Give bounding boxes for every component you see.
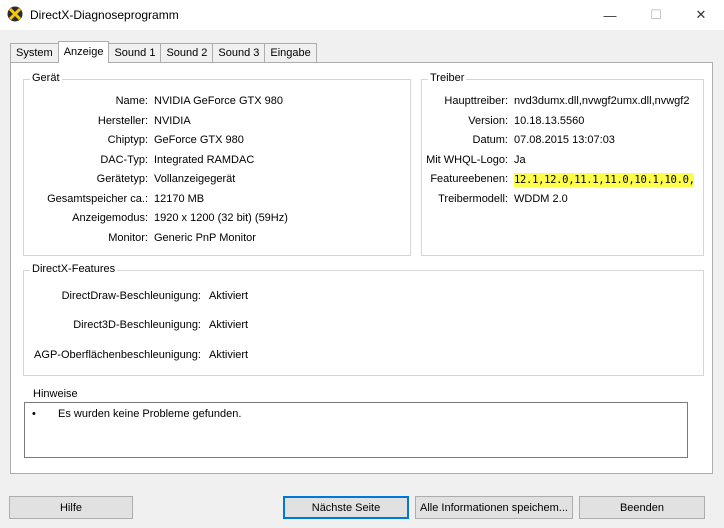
device-label: Gerätetyp: (96, 173, 148, 185)
device-row-memory: Gesamtspeicher ca.: 12170 MB (24, 193, 204, 205)
next-page-button[interactable]: Nächste Seite (283, 496, 409, 519)
driver-group: Treiber Haupttreiber: nvd3dumx.dll,nvwgf… (421, 72, 704, 256)
driver-value: 10.18.13.5560 (514, 115, 585, 127)
device-row-monitor: Monitor: Generic PnP Monitor (24, 232, 256, 244)
device-value: NVIDIA (154, 115, 191, 127)
tab-sound-2[interactable]: Sound 2 (160, 43, 214, 63)
device-label: Hersteller: (97, 115, 148, 127)
save-all-info-button[interactable]: Alle Informationen speichem... (415, 496, 573, 519)
device-value: Generic PnP Monitor (154, 232, 256, 244)
device-label: Chiptyp: (107, 134, 148, 146)
device-label: Gesamtspeicher ca.: (47, 193, 148, 205)
driver-label: Mit WHQL-Logo: (426, 154, 508, 166)
feature-label: DirectDraw-Beschleunigung: (61, 290, 201, 302)
driver-row-whql: Mit WHQL-Logo: Ja (422, 154, 526, 166)
driver-row-model: Treibermodell: WDDM 2.0 (422, 193, 568, 205)
feature-value: Aktiviert (209, 349, 249, 361)
driver-label: Datum: (472, 134, 508, 146)
feature-label: Direct3D-Beschleunigung: (73, 319, 201, 331)
directx-features-title: DirectX-Features (30, 263, 118, 275)
device-label: Monitor: (108, 232, 148, 244)
driver-value: 07.08.2015 13:07:03 (514, 134, 615, 146)
device-label: Anzeigemodus: (72, 212, 148, 224)
help-button[interactable]: Hilfe (9, 496, 133, 519)
device-value: GeForce GTX 980 (154, 134, 244, 146)
device-label: Name: (115, 95, 148, 107)
driver-row-featurelevels: Featureebenen: 12.1,12.0,11.1,11.0,10.1,… (422, 173, 694, 187)
directx-app-icon (7, 6, 23, 22)
driver-row-main: Haupttreiber: nvd3dumx.dll,nvwgf2umx.dll… (422, 95, 689, 107)
minimize-icon: — (603, 7, 617, 23)
driver-value: WDDM 2.0 (514, 193, 568, 205)
device-value: Vollanzeigegerät (154, 173, 236, 185)
notes-title: Hinweise (31, 388, 80, 400)
device-value: 1920 x 1200 (32 bit) (59Hz) (154, 212, 288, 224)
device-row-chiptype: Chiptyp: GeForce GTX 980 (24, 134, 244, 146)
tab-sound-3[interactable]: Sound 3 (212, 43, 266, 63)
maximize-button[interactable]: ☐ (633, 0, 679, 30)
device-row-displaymode: Anzeigemodus: 1920 x 1200 (32 bit) (59Hz… (24, 212, 288, 224)
device-value: NVIDIA GeForce GTX 980 (154, 95, 283, 107)
tab-sound-1[interactable]: Sound 1 (108, 43, 162, 63)
driver-label: Haupttreiber: (444, 95, 508, 107)
title-bar: DirectX-Diagnoseprogramm — ☐ ✕ (0, 0, 724, 30)
tab-anzeige[interactable]: Anzeige (57, 41, 110, 63)
device-value: 12170 MB (154, 193, 205, 205)
feature-levels-highlight: 12.1,12.0,11.1,11.0,10.1,10.0,9.3,' (514, 173, 694, 187)
device-row-devicetype: Gerätetyp: Vollanzeigegerät (24, 173, 236, 185)
maximize-icon: ☐ (650, 7, 662, 22)
driver-row-version: Version: 10.18.13.5560 (422, 115, 584, 127)
close-button[interactable]: ✕ (678, 0, 724, 30)
driver-label: Treibermodell: (438, 193, 508, 205)
feature-label: AGP-Oberflächenbeschleunigung: (34, 349, 201, 361)
notes-textbox[interactable]: • Es wurden keine Probleme gefunden. (24, 402, 688, 458)
feature-value: Aktiviert (209, 290, 249, 302)
bullet-icon: • (32, 408, 36, 420)
directx-features-group: DirectX-Features DirectDraw-Beschleunigu… (23, 263, 704, 376)
device-label: DAC-Typ: (100, 154, 148, 166)
tab-strip: System Anzeige Sound 1 Sound 2 Sound 3 E… (10, 41, 317, 63)
device-row-manufacturer: Hersteller: NVIDIA (24, 115, 191, 127)
feature-value: Aktiviert (209, 319, 249, 331)
driver-value: nvd3dumx.dll,nvwgf2umx.dll,nvwgf2 (514, 95, 690, 107)
tab-panel-anzeige: Gerät Name: NVIDIA GeForce GTX 980 Herst… (10, 62, 713, 474)
window-title: DirectX-Diagnoseprogramm (30, 8, 179, 22)
tab-eingabe[interactable]: Eingabe (264, 43, 317, 63)
minimize-button[interactable]: — (587, 0, 633, 30)
driver-group-title: Treiber (428, 72, 467, 84)
feature-row-directdraw: DirectDraw-Beschleunigung: Aktiviert (24, 290, 249, 302)
driver-label: Featureebenen: (430, 173, 508, 185)
driver-value: Ja (514, 154, 526, 166)
close-icon: ✕ (695, 7, 707, 22)
feature-row-direct3d: Direct3D-Beschleunigung: Aktiviert (24, 319, 248, 331)
driver-row-date: Datum: 07.08.2015 13:07:03 (422, 134, 615, 146)
device-group-title: Gerät (30, 72, 62, 84)
driver-label: Version: (468, 115, 508, 127)
tab-system[interactable]: System (10, 43, 59, 63)
notes-text: Es wurden keine Probleme gefunden. (58, 408, 242, 420)
device-row-dactype: DAC-Typ: Integrated RAMDAC (24, 154, 254, 166)
device-row-name: Name: NVIDIA GeForce GTX 980 (24, 95, 283, 107)
exit-button[interactable]: Beenden (579, 496, 705, 519)
device-group: Gerät Name: NVIDIA GeForce GTX 980 Herst… (23, 72, 411, 256)
device-value: Integrated RAMDAC (154, 154, 255, 166)
feature-row-agp: AGP-Oberflächenbeschleunigung: Aktiviert (24, 349, 248, 361)
